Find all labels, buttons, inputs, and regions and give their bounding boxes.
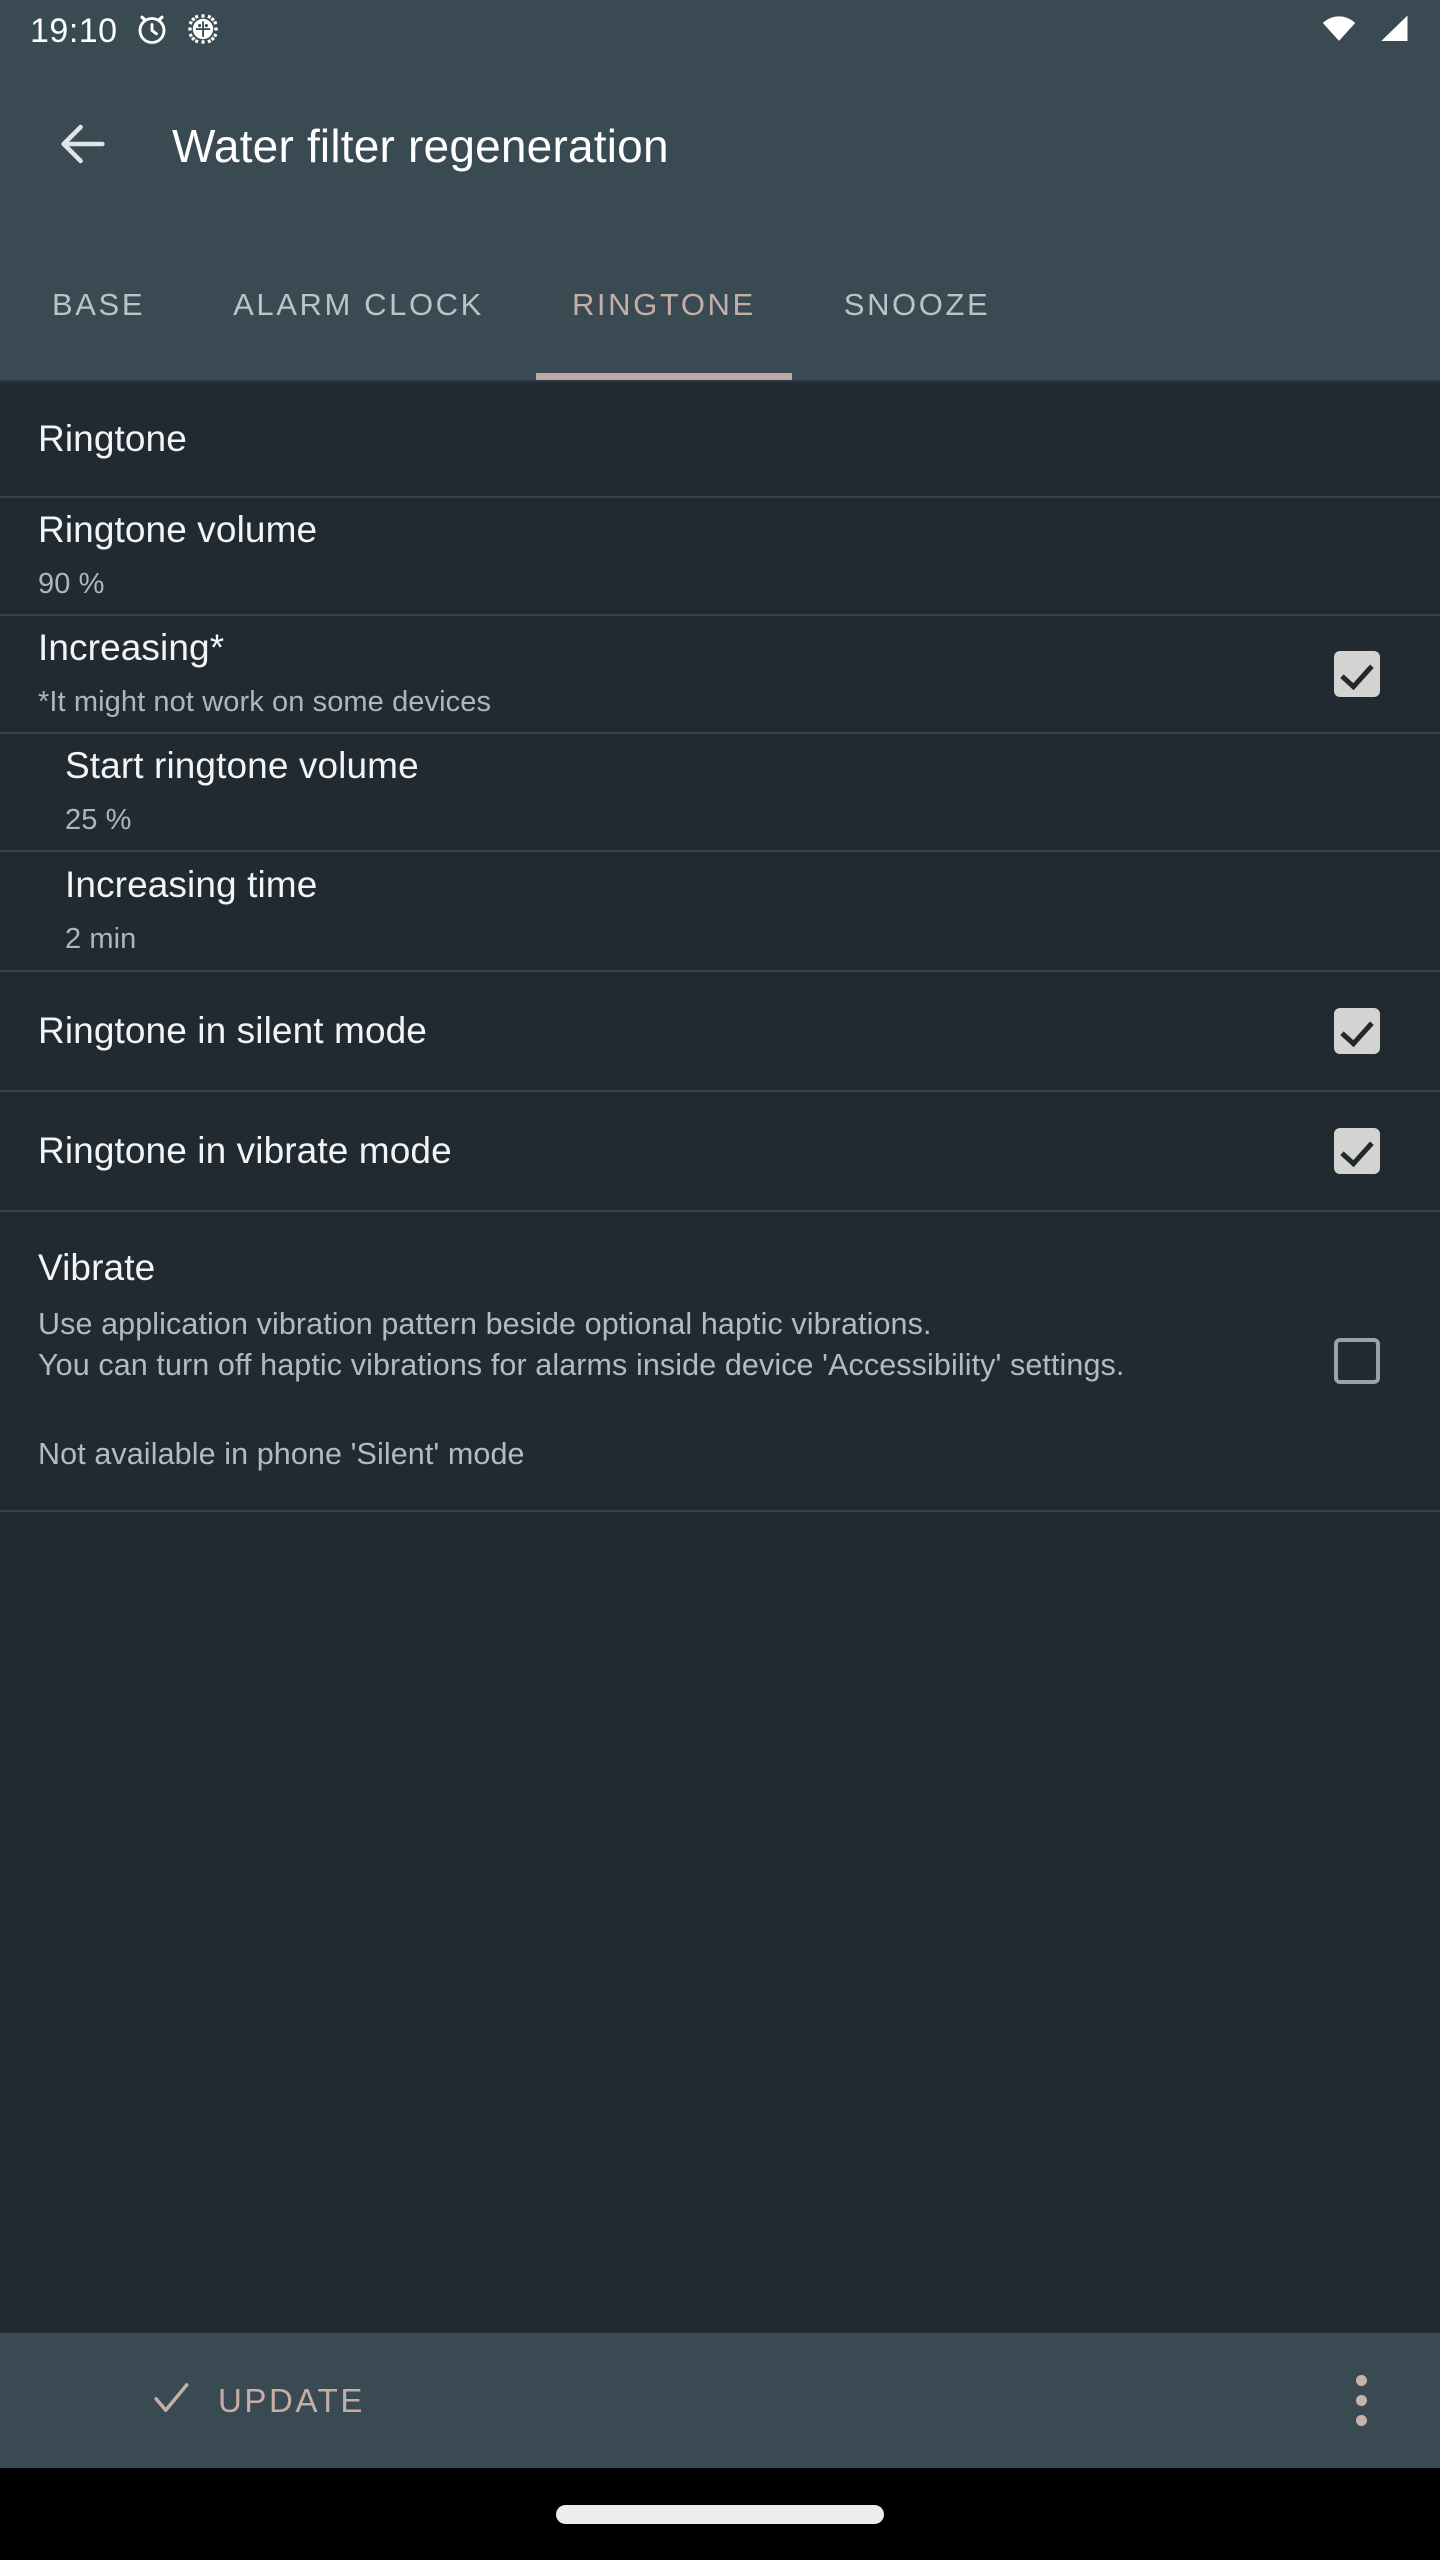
back-button[interactable] <box>44 107 122 185</box>
setting-title-ringtone-vibrate-mode: Ringtone in vibrate mode <box>38 1130 452 1172</box>
row-text: Ringtone in vibrate mode <box>38 1095 1304 1207</box>
overflow-menu-button[interactable] <box>1322 2362 1400 2440</box>
checkbox-ringtone-silent-mode[interactable] <box>1334 1008 1380 1054</box>
setting-value-increasing-time: 2 min <box>65 922 137 955</box>
tab-alarm-clock-label: ALARM CLOCK <box>233 287 484 322</box>
update-button[interactable]: UPDATE <box>116 2359 399 2442</box>
overflow-menu-icon-dot2 <box>1355 2395 1367 2406</box>
status-bar-left: 19:10 <box>30 11 220 52</box>
status-bar: 19:10 <box>0 0 1440 62</box>
check-icon <box>150 2377 192 2424</box>
page-title: Water filter regeneration <box>172 120 669 172</box>
setting-row-increasing-time[interactable]: Increasing time 2 min <box>0 852 1440 972</box>
row-text: Vibrate Use application vibration patter… <box>38 1212 1304 1509</box>
bottom-action-bar: UPDATE <box>0 2333 1440 2468</box>
setting-note-vibrate: Not available in phone 'Silent' mode <box>38 1437 525 1472</box>
app-toolbar: Water filter regeneration <box>0 62 1440 230</box>
checkbox-ringtone-vibrate-mode[interactable] <box>1334 1128 1380 1174</box>
tab-snooze-label: SNOOZE <box>843 287 991 322</box>
row-text: Increasing time 2 min <box>65 829 1402 992</box>
status-bar-right <box>1320 10 1412 53</box>
alarm-clock-icon <box>134 11 170 52</box>
system-navigation-bar <box>0 2468 1440 2560</box>
tab-ringtone-label: RINGTONE <box>571 287 756 322</box>
settings-list: Ringtone Ringtone volume 90 % Increasing… <box>0 380 1440 2333</box>
tab-base[interactable]: BASE <box>8 230 189 380</box>
wifi-icon <box>1320 10 1358 53</box>
setting-row-ringtone-silent-mode[interactable]: Ringtone in silent mode <box>0 972 1440 1092</box>
setting-title-vibrate: Vibrate <box>38 1247 156 1289</box>
back-arrow-icon <box>54 115 112 178</box>
setting-row-vibrate[interactable]: Vibrate Use application vibration patter… <box>0 1212 1440 1512</box>
cellular-signal-icon <box>1376 11 1412 52</box>
setting-description-vibrate: Use application vibration pattern beside… <box>38 1307 1125 1383</box>
setting-row-ringtone-vibrate-mode[interactable]: Ringtone in vibrate mode <box>0 1092 1440 1212</box>
setting-title-ringtone-volume: Ringtone volume <box>38 509 318 551</box>
checkbox-increasing[interactable] <box>1334 651 1380 697</box>
checkbox-vibrate[interactable] <box>1334 1338 1380 1384</box>
status-bar-clock: 19:10 <box>30 12 118 50</box>
overflow-menu-icon <box>1355 2375 1367 2386</box>
setting-title-start-ringtone-volume: Start ringtone volume <box>65 745 419 787</box>
app-screen: 19:10 Water filter regeneration BASE ALA… <box>0 0 1440 2560</box>
home-gesture-pill[interactable] <box>556 2504 884 2524</box>
gear-bug-icon <box>186 12 220 51</box>
setting-title-ringtone: Ringtone <box>38 418 187 460</box>
setting-title-increasing-time: Increasing time <box>65 864 318 906</box>
row-text: Ringtone in silent mode <box>38 975 1304 1087</box>
update-button-label: UPDATE <box>218 2381 366 2419</box>
tab-bar: BASE ALARM CLOCK RINGTONE SNOOZE <box>0 230 1440 380</box>
tab-snooze[interactable]: SNOOZE <box>800 230 1035 380</box>
overflow-menu-icon-dot3 <box>1355 2415 1367 2426</box>
setting-title-increasing: Increasing* <box>38 627 225 669</box>
setting-title-ringtone-silent-mode: Ringtone in silent mode <box>38 1010 427 1052</box>
tab-ringtone[interactable]: RINGTONE <box>528 230 800 380</box>
tab-alarm-clock[interactable]: ALARM CLOCK <box>189 230 528 380</box>
tab-base-label: BASE <box>52 287 146 322</box>
